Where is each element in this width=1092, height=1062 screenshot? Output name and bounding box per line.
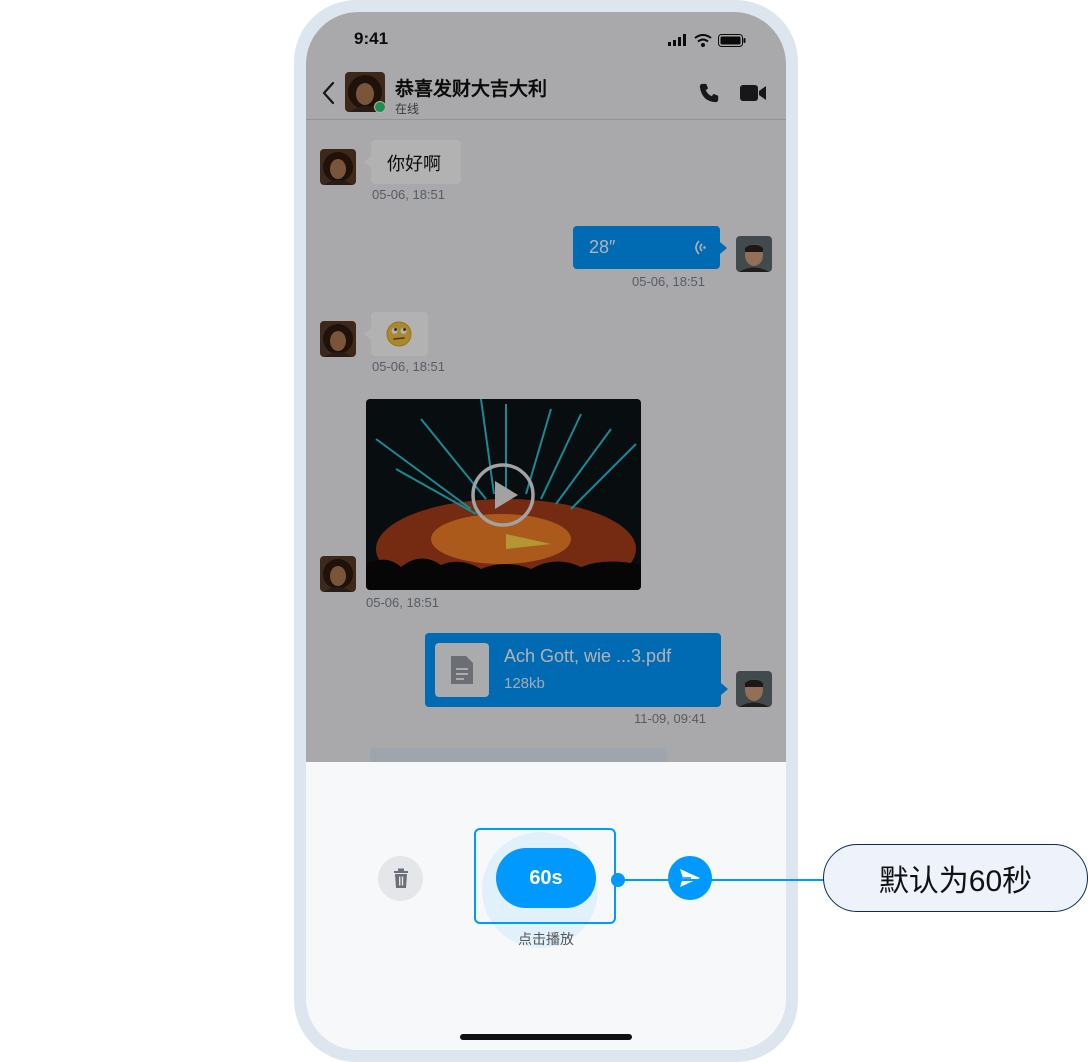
annotation-callout: 默认为60秒 bbox=[823, 844, 1088, 912]
annotation-anchor bbox=[611, 873, 625, 887]
send-icon bbox=[680, 869, 700, 887]
home-indicator bbox=[460, 1034, 632, 1040]
play-hint: 点击播放 bbox=[518, 931, 574, 947]
delete-button[interactable] bbox=[378, 856, 423, 901]
highlight-frame bbox=[474, 828, 616, 924]
send-button[interactable] bbox=[668, 856, 712, 900]
dim-overlay[interactable] bbox=[306, 12, 786, 762]
trash-icon bbox=[393, 868, 408, 888]
chat-area: 9:41 恭喜发财大吉大利 在线 你好啊 05-06, 18:51 28″ 05… bbox=[306, 12, 786, 762]
annotation-connector bbox=[616, 879, 824, 881]
